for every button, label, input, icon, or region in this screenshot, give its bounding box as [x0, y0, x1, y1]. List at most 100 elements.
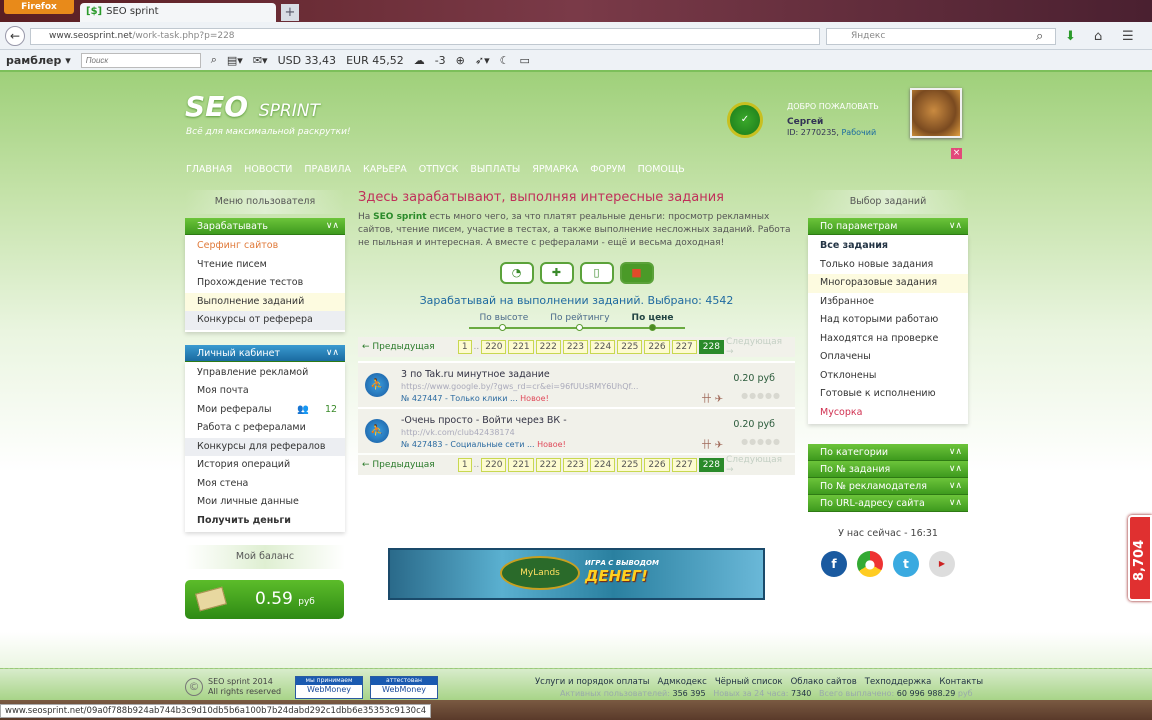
logout-icon[interactable]: × — [951, 148, 962, 159]
page-link[interactable]: 1 — [457, 340, 472, 354]
collapse-icon[interactable]: ∨∧ — [326, 345, 339, 362]
sidebar-item-personal-data[interactable]: Мои личные данные — [185, 493, 345, 512]
task-row[interactable]: ⛹ -Очень просто - Войти через ВК - http:… — [358, 407, 795, 453]
back-button[interactable]: ← — [5, 26, 25, 46]
footer-link-contacts[interactable]: Контакты — [939, 677, 983, 687]
page-link[interactable]: 223 — [562, 458, 589, 472]
page-link[interactable]: 226 — [644, 340, 670, 354]
sidebar-item-tasks[interactable]: Выполнение заданий — [185, 292, 345, 311]
page-link[interactable]: 221 — [508, 340, 534, 354]
sort-slider[interactable] — [468, 324, 685, 331]
footer-link-support[interactable]: Техподдержка — [865, 677, 932, 687]
site-logo[interactable]: SEO SPRINT — [185, 90, 320, 123]
next-page-link[interactable]: Следующая → — [726, 455, 791, 475]
webmoney-attested-badge[interactable]: аттестован WebMoney — [370, 676, 438, 699]
bookmarks-icon[interactable]: ▤▾ — [227, 54, 243, 67]
address-bar[interactable]: www.seosprint.net/work-task.php?p=228 — [30, 28, 820, 45]
page-link[interactable]: 222 — [535, 340, 561, 354]
sidebar-item-ads[interactable]: Управление рекламой — [185, 364, 345, 383]
sidebar-item-tests[interactable]: Прохождение тестов — [185, 274, 345, 293]
filter-paid[interactable]: Оплачены — [808, 348, 968, 367]
cabinet-panel-header[interactable]: Личный кабинет ∨∧ — [185, 344, 345, 362]
filter-rejected[interactable]: Отклонены — [808, 367, 968, 386]
side-counter-badge[interactable]: 8,704 — [1128, 515, 1152, 601]
filter-under-review[interactable]: Находятся на проверке — [808, 330, 968, 349]
filter-by-advertiser[interactable]: По № рекламодателя ∨∧ — [808, 478, 968, 495]
task-title[interactable]: 3 по Tak.ru минутное задание — [401, 369, 550, 380]
page-link[interactable]: 225 — [617, 458, 643, 472]
page-link[interactable]: 221 — [508, 458, 534, 472]
sidebar-item-referral-work[interactable]: Работа с рефералами — [185, 419, 345, 438]
page-link[interactable]: 220 — [481, 458, 507, 472]
filter-all[interactable]: Все задания — [808, 237, 968, 256]
filter-by-category[interactable]: По категории ∨∧ — [808, 444, 968, 461]
moon-icon[interactable]: ☾ — [500, 54, 510, 67]
firefox-menu-button[interactable]: Firefox — [4, 0, 74, 14]
expand-icon[interactable]: ∨∧ — [949, 461, 962, 478]
new-task-button[interactable]: ✚ — [539, 262, 574, 284]
sort-by-price[interactable]: По цене — [632, 313, 674, 323]
page-link[interactable]: 224 — [590, 458, 616, 472]
task-title[interactable]: -Очень просто - Войти через ВК - — [401, 415, 567, 426]
expand-icon[interactable]: ∨∧ — [949, 495, 962, 512]
footer-link-blacklist[interactable]: Чёрный список — [715, 677, 783, 687]
globe-icon[interactable]: ⊕ — [456, 54, 465, 67]
expand-icon[interactable]: ∨∧ — [949, 478, 962, 495]
filter-in-progress[interactable]: Над которыми работаю — [808, 311, 968, 330]
page-link[interactable]: 227 — [671, 458, 697, 472]
prev-page-link[interactable]: ← Предыдущая — [362, 460, 458, 470]
rambler-search-input[interactable] — [80, 52, 201, 68]
briefcase-task-button[interactable]: ■ — [619, 262, 654, 284]
footer-link-admcode[interactable]: Адмкодекс — [657, 677, 706, 687]
collapse-icon[interactable]: ∨∧ — [326, 218, 339, 235]
page-link[interactable]: 227 — [671, 340, 697, 354]
filter-trash[interactable]: Мусорка — [808, 404, 968, 423]
download-icon[interactable]: ⬇ — [1065, 29, 1076, 44]
facebook-icon[interactable]: f — [821, 551, 847, 577]
sidebar-item-letters[interactable]: Чтение писем — [185, 256, 345, 275]
new-tab-button[interactable]: + — [281, 4, 299, 21]
sort-by-height[interactable]: По высоте — [480, 313, 529, 323]
avatar[interactable] — [910, 88, 962, 138]
webmoney-accept-badge[interactable]: мы принимаем WebMoney — [295, 676, 363, 699]
menu-icon[interactable]: ☰ — [1122, 29, 1134, 44]
task-row[interactable]: ⛹ 3 по Tak.ru минутное задание https://w… — [358, 361, 795, 407]
tv-icon[interactable]: ▭ — [520, 54, 530, 67]
nav-career[interactable]: КАРЬЕРА — [363, 164, 407, 175]
sidebar-item-wall[interactable]: Моя стена — [185, 475, 345, 494]
nav-fair[interactable]: ЯРМАРКА — [532, 164, 578, 175]
sidebar-item-surfing[interactable]: Серфинг сайтов — [185, 237, 345, 256]
page-link[interactable]: 226 — [644, 458, 670, 472]
filter-by-task-number[interactable]: По № задания ∨∧ — [808, 461, 968, 478]
sidebar-item-referral-contests[interactable]: Конкурсы для рефералов — [185, 437, 345, 456]
search-icon[interactable]: ⌕ — [1036, 29, 1043, 44]
sidebar-item-mail[interactable]: Моя почта — [185, 382, 345, 401]
home-icon[interactable]: ⌂ — [1094, 29, 1102, 44]
search-icon[interactable]: ⌕ — [211, 53, 217, 67]
search-box[interactable]: Яндекс — [826, 28, 1056, 45]
sidebar-item-referrals[interactable]: Мои рефералы 👥 12 — [185, 401, 345, 420]
page-link[interactable]: 224 — [590, 340, 616, 354]
collapse-icon[interactable]: ∨∧ — [949, 218, 962, 235]
filter-reusable[interactable]: Многоразовые задания — [808, 274, 968, 293]
nav-news[interactable]: НОВОСТИ — [244, 164, 292, 175]
nav-vacation[interactable]: ОТПУСК — [419, 164, 459, 175]
chrome-icon[interactable]: ● — [857, 551, 883, 577]
nav-forum[interactable]: ФОРУМ — [590, 164, 625, 175]
filter-ready[interactable]: Готовые к исполнению — [808, 385, 968, 404]
page-link[interactable]: 222 — [535, 458, 561, 472]
nav-help[interactable]: ПОМОЩЬ — [638, 164, 685, 175]
youtube-icon[interactable]: ▶ — [929, 551, 955, 577]
clipboard-task-button[interactable]: ▯ — [579, 262, 614, 284]
params-panel-header[interactable]: По параметрам ∨∧ — [808, 218, 968, 235]
sort-by-rating[interactable]: По рейтингу — [550, 313, 609, 323]
sidebar-item-referrer-contests[interactable]: Конкурсы от реферера — [185, 311, 345, 330]
clock-task-button[interactable]: ◔ — [499, 262, 534, 284]
filter-new[interactable]: Только новые задания — [808, 256, 968, 275]
page-link[interactable]: 1 — [457, 458, 472, 472]
user-status-link[interactable]: Рабочий — [841, 128, 876, 137]
page-link[interactable]: 225 — [617, 340, 643, 354]
expand-icon[interactable]: ∨∧ — [949, 444, 962, 461]
page-link[interactable]: 220 — [481, 340, 507, 354]
rambler-menu[interactable]: рамблер ▾ — [6, 54, 71, 67]
